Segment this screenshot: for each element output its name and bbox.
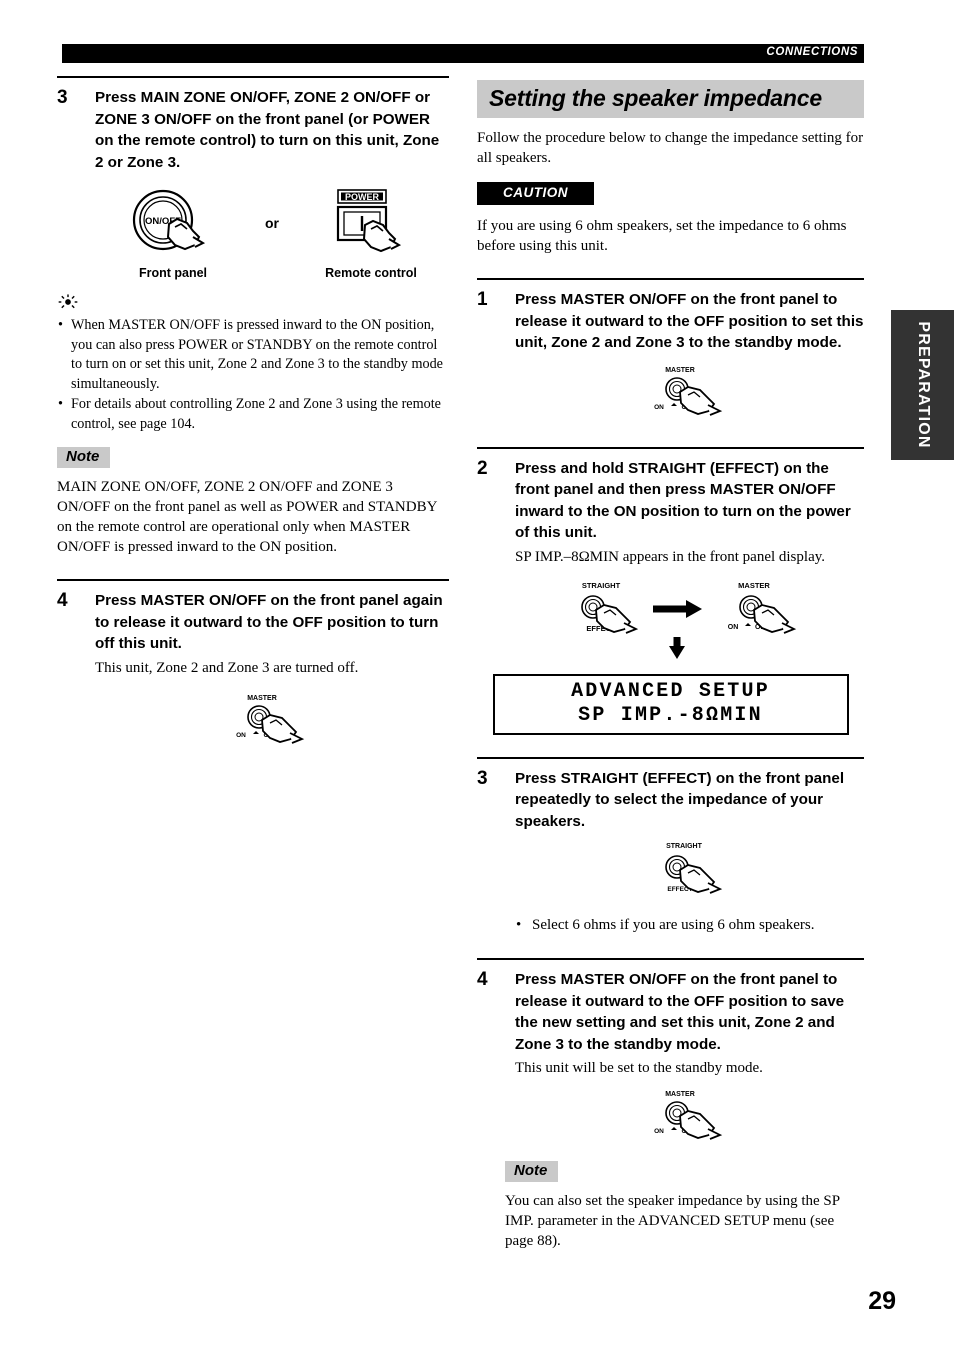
arrow-down-icon — [668, 636, 685, 659]
left-column: 3 Press MAIN ZONE ON/OFF, ZONE 2 ON/OFF … — [57, 76, 449, 753]
or-separator: or — [233, 187, 311, 233]
step-title: Press MAIN ZONE ON/OFF, ZONE 2 ON/OFF or… — [95, 89, 440, 171]
svg-text:ON: ON — [236, 732, 246, 739]
step-title: Press STRAIGHT (EFFECT) on the front pan… — [515, 769, 845, 830]
step-title: Press MASTER ON/OFF on the front panel a… — [95, 592, 443, 652]
right-step-3: 3 Press STRAIGHT (EFFECT) on the front p… — [477, 759, 864, 936]
chapter-header-bar: CONNECTIONS — [62, 44, 864, 63]
power-button-icon: POWER — [336, 189, 402, 253]
step-number: 3 — [477, 767, 488, 789]
chapter-header-label: CONNECTIONS — [766, 46, 858, 58]
step-subtext: SP IMP.–8ΩMIN appears in the front panel… — [515, 548, 825, 565]
step-subtext: This unit, Zone 2 and Zone 3 are turned … — [95, 659, 359, 676]
right-step-1: 1 Press MASTER ON/OFF on the front panel… — [477, 280, 864, 425]
svg-text:ON: ON — [654, 1128, 664, 1135]
step-number: 3 — [57, 87, 68, 108]
section-intro-text: Follow the procedure below to change the… — [477, 130, 864, 166]
section-heading-text: Setting the speaker impedance — [489, 85, 822, 111]
note-text: MAIN ZONE ON/OFF, ZONE 2 ON/OFF and ZONE… — [57, 479, 437, 555]
step-number: 1 — [477, 289, 488, 310]
step3-bullet-list: Select 6 ohms if you are using 6 ohm spe… — [515, 915, 864, 935]
step-subtext: This unit will be set to the standby mod… — [515, 1060, 763, 1076]
svg-text:MASTER: MASTER — [665, 1091, 695, 1098]
note-tag: Note — [57, 447, 111, 468]
step-title: Press and hold STRAIGHT (EFFECT) on the … — [515, 459, 851, 542]
page-number: 29 — [868, 1287, 896, 1315]
master-onoff-figure: MASTER ON OFF — [95, 692, 449, 753]
step-number: 4 — [57, 590, 68, 611]
caution-badge: CAUTION — [477, 182, 594, 205]
master-onoff-figure: MASTER ON OFF — [515, 364, 864, 425]
front-panel-display: ADVANCED SETUP SP IMP.-8ΩMIN — [492, 673, 849, 735]
step-title: Press MASTER ON/OFF on the front panel t… — [515, 971, 845, 1053]
right-column: Setting the speaker impedance Follow the… — [477, 80, 864, 1251]
tip-bulb-icon — [58, 294, 78, 309]
front-panel-figure: ON/OFF Front panel — [113, 187, 233, 280]
manual-page: CONNECTIONS PREPARATION 3 Press MAIN ZON… — [0, 0, 954, 1348]
right-step-4: 4 Press MASTER ON/OFF on the front panel… — [477, 960, 864, 1149]
svg-text:MASTER: MASTER — [738, 581, 770, 590]
remote-control-figure: POWER Remote control — [311, 187, 431, 280]
onoff-knob-icon: ON/OFF — [132, 189, 206, 251]
master-onoff-icon: MASTER ON OFF — [654, 367, 722, 416]
arrow-right-icon — [652, 599, 702, 618]
or-label: or — [265, 215, 279, 231]
note-tag-label: Note — [66, 448, 100, 465]
tip-item: When MASTER ON/OFF is pressed inward to … — [57, 316, 449, 394]
master-onoff-icon: MASTER ON OFF — [236, 695, 305, 744]
display-line-1: ADVANCED SETUP — [571, 680, 770, 703]
left-step-4: 4 Press MASTER ON/OFF on the front panel… — [57, 581, 449, 753]
bullet-item: Select 6 ohms if you are using 6 ohm spe… — [515, 915, 864, 935]
note-tag-label: Note — [514, 1162, 548, 1179]
left-step-3: 3 Press MAIN ZONE ON/OFF, ZONE 2 ON/OFF … — [57, 78, 449, 280]
straight-master-sequence-figure: STRAIGHT EFFECT MASTER ON O — [477, 579, 864, 664]
svg-text:ON: ON — [654, 404, 664, 411]
step-number: 4 — [477, 969, 488, 990]
remote-control-caption: Remote control — [325, 266, 417, 280]
front-panel-remote-figure: ON/OFF Front panel or POWER Remote contr… — [95, 187, 449, 280]
side-tab-label: PREPARATION — [914, 321, 932, 449]
note-tag: Note — [505, 1161, 559, 1182]
tip-item: For details about controlling Zone 2 and… — [57, 395, 449, 434]
note-text: You can also set the speaker impedance b… — [505, 1193, 840, 1249]
caution-text: If you are using 6 ohm speakers, set the… — [477, 218, 847, 254]
display-line-2: SP IMP.-8ΩMIN — [578, 704, 763, 727]
straight-effect-figure: STRAIGHT EFFECT — [515, 840, 864, 903]
master-onoff-figure: MASTER ON OFF — [515, 1088, 864, 1149]
side-tab-preparation: PREPARATION — [891, 310, 954, 460]
svg-text:STRAIGHT: STRAIGHT — [666, 843, 703, 850]
right-step-2: 2 Press and hold STRAIGHT (EFFECT) on th… — [477, 449, 864, 567]
front-panel-caption: Front panel — [138, 266, 208, 280]
svg-text:MASTER: MASTER — [665, 367, 695, 374]
svg-text:STRAIGHT: STRAIGHT — [581, 581, 620, 590]
svg-text:ON: ON — [727, 624, 738, 631]
step-title: Press MASTER ON/OFF on the front panel t… — [515, 291, 864, 351]
svg-text:MASTER: MASTER — [247, 695, 277, 702]
svg-text:POWER: POWER — [345, 192, 380, 202]
tip-list: When MASTER ON/OFF is pressed inward to … — [57, 316, 449, 434]
caution-label: CAUTION — [503, 185, 568, 200]
section-heading: Setting the speaker impedance — [477, 80, 864, 118]
master-onoff-icon: MASTER ON OFF — [654, 1091, 722, 1140]
button-sequence-diagram: STRAIGHT EFFECT MASTER ON O — [580, 581, 796, 659]
step-number: 2 — [477, 457, 488, 479]
straight-effect-icon: STRAIGHT EFFECT — [664, 843, 722, 894]
